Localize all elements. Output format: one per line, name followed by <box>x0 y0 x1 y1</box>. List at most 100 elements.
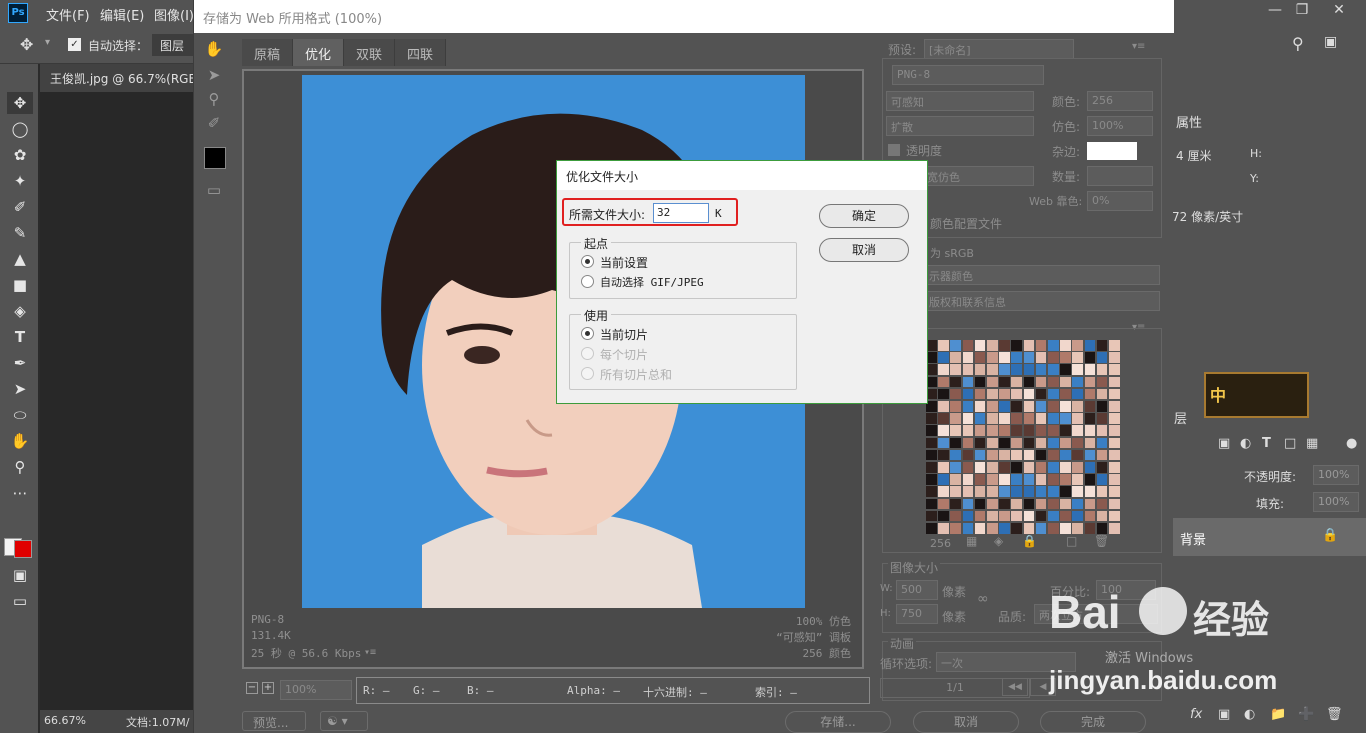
color-swatch[interactable] <box>1084 474 1096 485</box>
new-color-icon[interactable]: □ <box>1066 534 1077 548</box>
color-swatch[interactable] <box>938 352 949 363</box>
more-tools-icon[interactable]: ⋯ <box>7 482 33 504</box>
color-swatch[interactable] <box>987 401 998 412</box>
link-icon[interactable]: ∞ <box>977 591 989 607</box>
color-swatch[interactable] <box>999 352 1010 363</box>
color-swatch[interactable] <box>1109 425 1120 437</box>
color-swatch[interactable] <box>1011 462 1023 473</box>
color-swatch[interactable] <box>974 376 986 388</box>
preset-select[interactable]: [未命名] <box>924 39 1074 59</box>
color-swatch[interactable] <box>962 413 974 424</box>
fx-button[interactable]: fx <box>1190 707 1202 722</box>
color-swatch[interactable] <box>950 510 962 522</box>
color-swatch[interactable] <box>974 486 986 498</box>
done-button[interactable]: 完成 <box>1040 711 1146 733</box>
color-swatch[interactable] <box>938 364 949 376</box>
color-swatch[interactable] <box>999 510 1010 522</box>
preview-color-select[interactable]: 示器颜色 <box>924 265 1160 285</box>
color-swatch[interactable] <box>1096 388 1108 400</box>
color-swatch[interactable] <box>1011 376 1023 388</box>
color-swatch[interactable] <box>1109 510 1120 522</box>
color-swatch[interactable] <box>974 364 986 376</box>
lasso-tool-icon[interactable]: ✿ <box>7 144 33 166</box>
color-swatch[interactable] <box>950 523 962 534</box>
color-swatch[interactable] <box>1096 437 1108 449</box>
color-swatch[interactable] <box>999 376 1010 388</box>
color-swatch[interactable] <box>974 498 986 510</box>
color-swatch[interactable] <box>1072 352 1084 363</box>
color-swatch[interactable] <box>962 376 974 388</box>
color-swatch[interactable] <box>1060 340 1071 351</box>
lock-color-icon[interactable]: 🔒 <box>1022 534 1037 548</box>
color-swatch[interactable] <box>1048 401 1059 412</box>
adjustment-filter-icon[interactable]: ◐ <box>1240 436 1251 451</box>
color-swatch[interactable] <box>1109 474 1120 485</box>
color-swatch[interactable] <box>926 486 937 498</box>
color-swatch[interactable] <box>1035 401 1047 412</box>
color-swatch[interactable] <box>938 401 949 412</box>
color-swatch[interactable] <box>974 401 986 412</box>
color-swatch[interactable] <box>1072 425 1084 437</box>
eyedropper-tool-icon[interactable]: ✐ <box>200 111 228 135</box>
color-swatch[interactable] <box>1035 437 1047 449</box>
quick-mask-icon[interactable]: ▣ <box>7 564 33 586</box>
color-swatch[interactable] <box>938 474 949 485</box>
magic-wand-tool-icon[interactable]: ✦ <box>7 170 33 192</box>
color-swatch[interactable] <box>987 510 998 522</box>
color-swatch[interactable] <box>987 340 998 351</box>
toggle-slices-icon[interactable]: ▭ <box>200 178 228 202</box>
zoom-level[interactable]: 66.67% <box>44 714 86 727</box>
color-swatch[interactable] <box>926 437 937 449</box>
color-swatch[interactable] <box>1060 462 1071 473</box>
color-swatch[interactable] <box>1035 340 1047 351</box>
color-swatch[interactable] <box>1048 474 1059 485</box>
browser-select[interactable]: ☯ ▾ <box>320 711 368 731</box>
target-size-input[interactable]: 32 <box>653 203 709 223</box>
color-swatch[interactable] <box>1096 364 1108 376</box>
color-swatch[interactable] <box>1072 364 1084 376</box>
color-swatch[interactable] <box>950 352 962 363</box>
menu-image[interactable]: 图像(I) <box>154 5 194 24</box>
transparency-dither-select[interactable]: 宽仿色 <box>922 166 1034 186</box>
color-swatch[interactable] <box>962 352 974 363</box>
transparency-checkbox[interactable] <box>888 144 900 156</box>
color-swatch[interactable] <box>999 437 1010 449</box>
color-swatch[interactable] <box>1072 437 1084 449</box>
color-swatch[interactable] <box>1023 425 1035 437</box>
color-swatch[interactable] <box>974 510 986 522</box>
color-swatch[interactable] <box>1035 425 1047 437</box>
color-swatch[interactable] <box>1048 437 1059 449</box>
color-swatch[interactable] <box>1109 352 1120 363</box>
color-swatch[interactable] <box>1035 523 1047 534</box>
color-swatch[interactable] <box>987 486 998 498</box>
color-swatch[interactable] <box>1035 388 1047 400</box>
color-swatch[interactable] <box>1048 510 1059 522</box>
color-swatch[interactable] <box>999 462 1010 473</box>
dither-input[interactable]: 100% <box>1087 116 1153 136</box>
color-swatch[interactable] <box>1096 462 1108 473</box>
color-swatch[interactable] <box>962 523 974 534</box>
color-swatch[interactable] <box>1023 462 1035 473</box>
adjustment-layer-icon[interactable]: ◐ <box>1244 707 1255 722</box>
color-swatch[interactable] <box>1048 462 1059 473</box>
color-swatch[interactable] <box>950 401 962 412</box>
new-layer-icon[interactable]: ➕ <box>1298 707 1314 722</box>
color-swatch[interactable] <box>1035 364 1047 376</box>
radio-auto-select[interactable] <box>581 275 594 288</box>
color-swatch[interactable] <box>1023 449 1035 461</box>
layer-row-background[interactable]: 背景 🔒 <box>1172 518 1366 556</box>
color-swatch[interactable] <box>1023 413 1035 424</box>
color-swatch[interactable] <box>999 498 1010 510</box>
radio-current-slice[interactable] <box>581 327 594 340</box>
color-swatch[interactable] <box>1060 437 1071 449</box>
color-swatch[interactable] <box>1011 498 1023 510</box>
color-swatch[interactable] <box>1035 498 1047 510</box>
color-swatch[interactable] <box>1011 401 1023 412</box>
paint-bucket-tool-icon[interactable]: ◈ <box>7 300 33 322</box>
color-swatch[interactable] <box>1072 510 1084 522</box>
color-swatch[interactable] <box>1035 352 1047 363</box>
close-icon[interactable]: ✕ <box>1328 2 1350 22</box>
color-swatch[interactable] <box>962 462 974 473</box>
color-swatch[interactable] <box>1048 449 1059 461</box>
color-swatch[interactable] <box>950 474 962 485</box>
